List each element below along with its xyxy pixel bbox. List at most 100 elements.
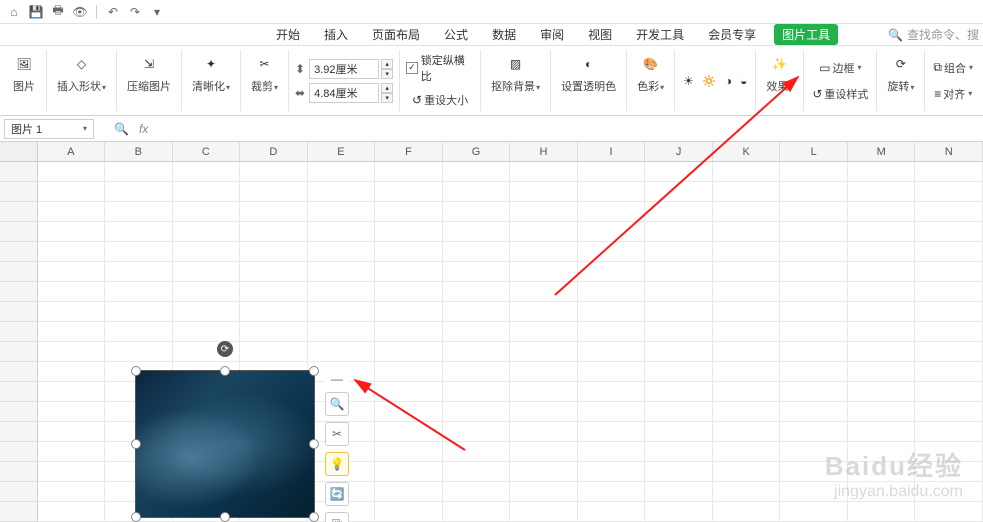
- cell[interactable]: [443, 222, 511, 242]
- cell[interactable]: [375, 162, 443, 182]
- column-header[interactable]: B: [105, 142, 173, 162]
- cell[interactable]: [38, 262, 106, 282]
- cell[interactable]: [848, 302, 916, 322]
- cell[interactable]: [38, 462, 106, 482]
- column-header[interactable]: I: [578, 142, 646, 162]
- cell[interactable]: [443, 262, 511, 282]
- cell[interactable]: [645, 182, 713, 202]
- float-zoom-button[interactable]: 🔍: [325, 392, 349, 416]
- cell[interactable]: [915, 302, 983, 322]
- row-header[interactable]: [0, 462, 38, 482]
- undo-icon[interactable]: ↶: [105, 4, 121, 20]
- cell[interactable]: [443, 322, 511, 342]
- cell[interactable]: [645, 322, 713, 342]
- cell[interactable]: [38, 342, 106, 362]
- row-header[interactable]: [0, 442, 38, 462]
- cell[interactable]: [578, 262, 646, 282]
- cell[interactable]: [578, 322, 646, 342]
- effect-button[interactable]: ✨ 效果▾: [762, 50, 797, 96]
- row-header[interactable]: [0, 302, 38, 322]
- cell[interactable]: [105, 222, 173, 242]
- cell[interactable]: [308, 222, 376, 242]
- cell[interactable]: [308, 342, 376, 362]
- resize-handle-br[interactable]: [309, 512, 319, 522]
- cell[interactable]: [375, 302, 443, 322]
- cell[interactable]: [510, 162, 578, 182]
- resize-handle-tr[interactable]: [309, 366, 319, 376]
- cell[interactable]: [848, 322, 916, 342]
- save-icon[interactable]: 💾: [28, 4, 44, 20]
- cell[interactable]: [848, 382, 916, 402]
- cell[interactable]: [173, 222, 241, 242]
- compress-button[interactable]: ⇲ 压缩图片: [123, 50, 175, 96]
- cell[interactable]: [578, 482, 646, 502]
- cell[interactable]: [375, 442, 443, 462]
- cell[interactable]: [308, 282, 376, 302]
- redo-icon[interactable]: ↷: [127, 4, 143, 20]
- cell[interactable]: [848, 182, 916, 202]
- cell[interactable]: [375, 322, 443, 342]
- cell[interactable]: [38, 402, 106, 422]
- cell[interactable]: [510, 262, 578, 282]
- cell[interactable]: [443, 202, 511, 222]
- tab-picture-tools[interactable]: 图片工具: [774, 24, 838, 45]
- row-header[interactable]: [0, 382, 38, 402]
- cell[interactable]: [578, 222, 646, 242]
- cell[interactable]: [443, 462, 511, 482]
- remove-bg-button[interactable]: ▨ 抠除背景▾: [487, 50, 544, 96]
- cell[interactable]: [510, 242, 578, 262]
- height-input[interactable]: 3.92厘米 ▴▾: [309, 59, 393, 79]
- tab-formula[interactable]: 公式: [432, 24, 480, 45]
- cell[interactable]: [38, 282, 106, 302]
- cell[interactable]: [308, 162, 376, 182]
- cell[interactable]: [443, 162, 511, 182]
- cell[interactable]: [915, 402, 983, 422]
- cell[interactable]: [780, 322, 848, 342]
- cell[interactable]: [240, 282, 308, 302]
- cell[interactable]: [645, 282, 713, 302]
- cell[interactable]: [510, 222, 578, 242]
- cell[interactable]: [308, 242, 376, 262]
- cell[interactable]: [780, 222, 848, 242]
- tab-view[interactable]: 视图: [576, 24, 624, 45]
- cell[interactable]: [915, 222, 983, 242]
- column-header[interactable]: N: [915, 142, 983, 162]
- tab-dev-tools[interactable]: 开发工具: [624, 24, 696, 45]
- cell[interactable]: [578, 342, 646, 362]
- row-header[interactable]: [0, 422, 38, 442]
- cell[interactable]: [510, 342, 578, 362]
- crop-button[interactable]: ✂ 裁剪▾: [247, 50, 282, 96]
- cell[interactable]: [578, 402, 646, 422]
- cell[interactable]: [38, 502, 106, 522]
- cell[interactable]: [240, 262, 308, 282]
- cell[interactable]: [38, 362, 106, 382]
- cell[interactable]: [713, 362, 781, 382]
- float-collapse-button[interactable]: —: [325, 372, 349, 386]
- cell[interactable]: [375, 262, 443, 282]
- cell[interactable]: [578, 202, 646, 222]
- cell[interactable]: [510, 282, 578, 302]
- cell[interactable]: [578, 242, 646, 262]
- cell[interactable]: [308, 262, 376, 282]
- cell[interactable]: [780, 162, 848, 182]
- cell[interactable]: [38, 382, 106, 402]
- resize-handle-mr[interactable]: [309, 439, 319, 449]
- print-icon[interactable]: 🖶: [50, 4, 66, 20]
- cell[interactable]: [780, 202, 848, 222]
- cell[interactable]: [713, 262, 781, 282]
- column-header[interactable]: G: [443, 142, 511, 162]
- cell[interactable]: [848, 282, 916, 302]
- cell[interactable]: [510, 422, 578, 442]
- cell[interactable]: [915, 342, 983, 362]
- cell[interactable]: [38, 442, 106, 462]
- height-down[interactable]: ▾: [381, 69, 393, 79]
- cell[interactable]: [308, 202, 376, 222]
- width-up[interactable]: ▴: [381, 83, 393, 93]
- cell[interactable]: [375, 422, 443, 442]
- sharpen-button[interactable]: ✦ 清晰化▾: [188, 50, 234, 96]
- cell[interactable]: [915, 262, 983, 282]
- tab-review[interactable]: 审阅: [528, 24, 576, 45]
- cell[interactable]: [848, 422, 916, 442]
- cell[interactable]: [375, 202, 443, 222]
- cell[interactable]: [780, 422, 848, 442]
